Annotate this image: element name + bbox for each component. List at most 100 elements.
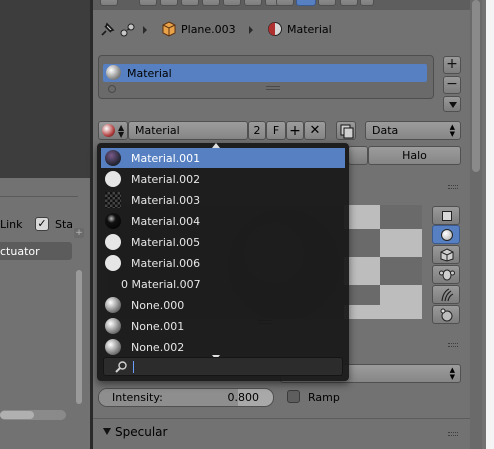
- menu-item-label: None.001: [131, 319, 185, 333]
- material-preview-white-sphere-icon: [105, 255, 121, 271]
- preview-sky-button[interactable]: [432, 305, 460, 324]
- specular-label[interactable]: Specular: [115, 425, 167, 439]
- menu-item-material-002[interactable]: Material.002: [101, 169, 345, 189]
- menu-item-material-007[interactable]: 0 Material.007: [101, 274, 345, 294]
- left-scrollbar-thumb[interactable]: [0, 411, 34, 419]
- material-preview-grey-sphere-icon: [105, 339, 121, 355]
- new-material-button[interactable]: +: [286, 121, 304, 140]
- menu-item-material-005[interactable]: Material.005: [101, 232, 345, 252]
- context-tab-dropdown[interactable]: [360, 0, 374, 6]
- users-count-value: 2: [253, 124, 261, 137]
- chevron-updown-icon: ▲ ▼: [449, 366, 455, 381]
- fake-user-label: F: [272, 124, 280, 137]
- ramp-checkbox[interactable]: [287, 390, 300, 403]
- panel-drag-handle-icon[interactable]: [448, 432, 458, 436]
- plus-icon: +: [289, 122, 301, 139]
- context-tab-more[interactable]: [340, 0, 358, 6]
- left-vertical-scrollbar[interactable]: [76, 270, 82, 404]
- context-tab-texture[interactable]: [318, 0, 336, 6]
- unlink-material-button[interactable]: ✕: [304, 121, 326, 140]
- preview-sphere-button[interactable]: [432, 225, 460, 244]
- preview-hair-button[interactable]: [432, 285, 460, 304]
- tab-wire[interactable]: [348, 146, 368, 165]
- material-preview-checker-sphere-icon: [105, 192, 121, 208]
- breadcrumb-material-name[interactable]: Material: [287, 23, 332, 36]
- actuator-label: ctuator: [0, 245, 40, 258]
- chevron-right-icon: [249, 26, 253, 34]
- context-tab-constraints[interactable]: [244, 0, 262, 6]
- menu-item-material-003[interactable]: Material.003: [101, 190, 345, 210]
- hair-icon: [441, 288, 454, 302]
- menu-item-none-000[interactable]: None.000: [101, 295, 345, 315]
- menu-item-none-002[interactable]: None.002: [101, 337, 345, 357]
- panel-drag-handle-icon[interactable]: [448, 185, 458, 189]
- material-preview-black-sphere-icon: [105, 213, 121, 229]
- context-tab-data[interactable]: [223, 0, 241, 6]
- menu-item-label: 0 Material.007: [121, 277, 201, 291]
- preview-monkey-button[interactable]: [432, 265, 460, 284]
- menu-item-label: None.000: [131, 298, 185, 312]
- chevron-right-icon: [143, 26, 147, 34]
- menu-item-none-001[interactable]: None.001: [101, 316, 345, 336]
- link-mode-value: Data: [372, 124, 399, 137]
- context-tab-world[interactable]: [160, 0, 178, 6]
- preview-cube-button[interactable]: [432, 245, 460, 264]
- menu-item-label: Material.005: [131, 235, 201, 249]
- breadcrumb-object-name[interactable]: Plane.003: [181, 23, 236, 36]
- tab-halo[interactable]: Halo: [368, 146, 461, 165]
- list-resize-handle-icon[interactable]: [266, 86, 280, 90]
- properties-scrollbar-thumb[interactable]: [472, 0, 480, 172]
- context-tab-scene[interactable]: [139, 0, 157, 6]
- material-preview-grey-sphere-icon: [105, 297, 121, 313]
- panel-drag-handle-icon[interactable]: [448, 343, 458, 347]
- material-preview-grey-sphere-icon: [105, 318, 121, 334]
- remove-slot-button[interactable]: −: [443, 76, 461, 94]
- chevron-down-icon: [449, 102, 457, 108]
- fake-user-button[interactable]: F: [266, 121, 286, 140]
- context-tab-modifiers[interactable]: [202, 0, 220, 6]
- pin-icon[interactable]: [99, 22, 115, 38]
- context-tab-physics[interactable]: [276, 0, 294, 6]
- state-checkbox[interactable]: ✓: [35, 217, 49, 231]
- browse-material-button[interactable]: ▲ ▼: [98, 121, 128, 140]
- context-tab-render[interactable]: [100, 0, 118, 6]
- chevron-updown-icon: ▲ ▼: [118, 123, 125, 139]
- logic-header: [0, 196, 78, 197]
- chevron-down-icon[interactable]: [103, 428, 111, 435]
- copy-material-button[interactable]: [336, 121, 356, 140]
- window-edge: [486, 0, 494, 449]
- state-label: Sta: [55, 218, 74, 231]
- users-count-button[interactable]: 2: [248, 121, 266, 140]
- menu-item-label: Material.003: [131, 193, 201, 207]
- chevron-updown-icon: ▲ ▼: [449, 123, 455, 138]
- monkey-icon: [439, 269, 455, 281]
- context-tab-object[interactable]: [181, 0, 199, 6]
- add-slot-button[interactable]: +: [443, 56, 461, 74]
- text-cursor: [133, 361, 134, 373]
- material-icon: [267, 21, 283, 37]
- intensity-value: 0.800: [227, 391, 260, 404]
- material-preview-white-sphere-icon: [105, 171, 121, 187]
- intensity-label: Intensity:: [112, 391, 163, 404]
- material-browse-icon: [102, 124, 115, 137]
- preview-flat-button[interactable]: [432, 206, 460, 225]
- ramp-label: Ramp: [308, 391, 340, 404]
- menu-item-material-006[interactable]: Material.006: [101, 253, 345, 273]
- menu-item-material-001[interactable]: Material.001: [101, 148, 345, 168]
- menu-item-material-004[interactable]: Material.004: [101, 211, 345, 231]
- menu-item-label: Material.004: [131, 214, 201, 228]
- copy-icon: [340, 124, 354, 139]
- mesh-object-icon: [161, 21, 177, 37]
- flat-icon: [442, 211, 452, 221]
- link-label: Link: [0, 218, 23, 231]
- slot-specials-button[interactable]: [443, 96, 461, 112]
- menu-search-field[interactable]: [103, 357, 343, 376]
- context-tab-material[interactable]: [296, 0, 316, 6]
- link-mode-select[interactable]: Data ▲ ▼: [365, 121, 461, 140]
- intensity-field[interactable]: Intensity: 0.800: [98, 388, 274, 407]
- material-name-field[interactable]: Material: [128, 121, 248, 140]
- list-resize-dots-icon[interactable]: [108, 85, 116, 93]
- logic-panel-add-icon[interactable]: +: [74, 228, 84, 238]
- material-slot-sphere-icon: [106, 65, 121, 80]
- object-data-icon: [119, 21, 137, 39]
